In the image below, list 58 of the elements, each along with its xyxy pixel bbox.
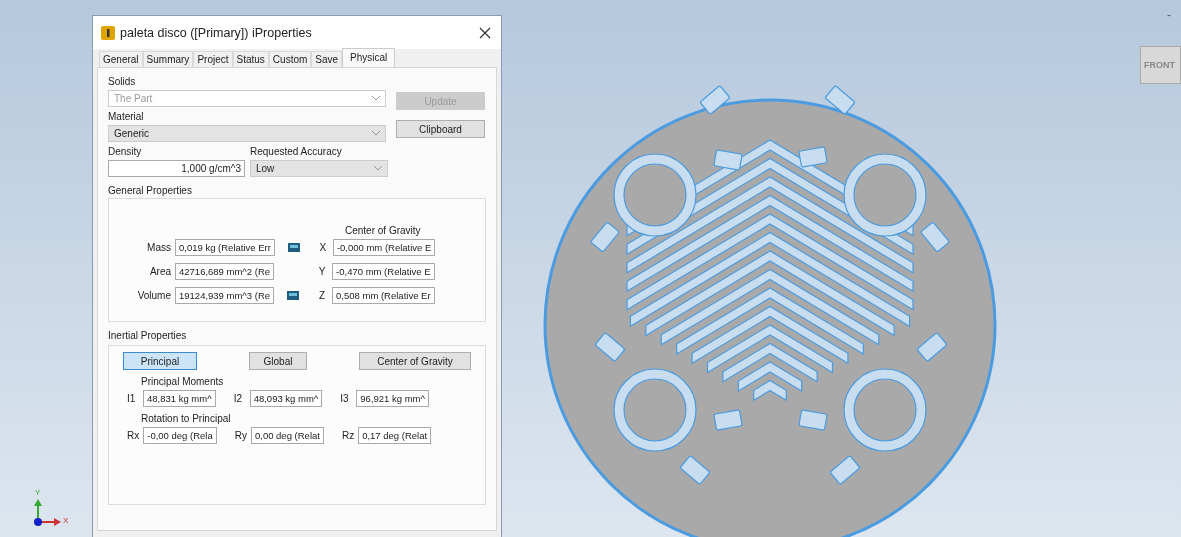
mode-button[interactable]: Principal [123,352,197,370]
axis-label: Y [317,266,327,277]
row-label: I2 [233,393,243,404]
density-field[interactable]: 1,000 g/cm^3 [108,160,245,177]
field-label: Requested Accuracy [250,146,343,157]
calculator-icon[interactable] [287,291,300,300]
field-label: Solids [108,76,137,87]
clipboard-button[interactable]: Clipboard [396,120,485,138]
value-field[interactable]: -0,470 mm (Relative E [332,263,435,280]
value-field[interactable]: 96,921 kg mm^ [356,390,429,407]
value-field[interactable]: -0,000 mm (Relative E [332,239,436,256]
app-icon [101,25,115,40]
row-label: Area [148,266,171,277]
row-label: I3 [340,393,350,404]
mode-button[interactable]: Center of Gravity [359,352,471,370]
group-title: Inertial Properties [108,330,188,341]
row-label: I1 [127,393,137,404]
row-label: Mass [146,242,171,253]
value-field[interactable]: -0,00 deg (Rela [143,427,217,444]
field-label: Material [108,111,145,122]
tab[interactable]: Project [193,51,233,67]
y-axis-label: Y [35,488,41,497]
value-field[interactable]: 0,17 deg (Relat [358,427,432,444]
mode-button[interactable]: Global [249,352,307,370]
tab[interactable]: Summary [142,51,194,67]
value-field[interactable]: 0,508 mm (Relative Er [332,287,435,304]
tab[interactable]: Physical [342,48,396,67]
caret-icon [372,131,380,136]
window-title: paleta disco ([Primary]) iProperties [120,25,313,40]
caret-icon [372,96,380,101]
row-label: Volume [136,290,171,301]
row-label: Rz [341,430,355,441]
value-field[interactable]: 48,831 kg mm^ [143,390,216,407]
row-label: Rx [127,430,140,441]
value-field[interactable]: 48,093 kg mm^ [249,390,323,407]
caret-icon [374,166,382,171]
section-heading: Rotation to Principal [141,413,232,424]
material-dropdown[interactable]: Generic [108,125,386,142]
value-field[interactable]: 42716,689 mm^2 (Re [175,263,275,280]
field-label: Density [108,146,143,157]
column-heading: Center of Gravity [345,225,422,236]
axis-label: X [318,242,328,253]
row-label: Ry [234,430,247,441]
group-title: General Properties [108,185,193,196]
value-field[interactable]: 0,019 kg (Relative Err [175,239,275,256]
axis-label: Z [318,290,327,301]
tab[interactable]: General [99,51,143,67]
minimize-button[interactable]: - [1167,8,1171,22]
calculator-icon[interactable] [287,243,300,252]
tab[interactable]: Status [232,51,269,67]
x-axis-label: X [63,516,69,525]
section-heading: Principal Moments [141,376,225,387]
tab[interactable]: Save [311,51,343,67]
value-field[interactable]: 19124,939 mm^3 (Re [175,287,275,304]
accuracy-dropdown[interactable]: Low [250,160,388,177]
tab[interactable]: Custom [268,51,312,67]
close-icon[interactable] [479,26,491,39]
value-field[interactable]: 0,00 deg (Relat [250,427,324,444]
